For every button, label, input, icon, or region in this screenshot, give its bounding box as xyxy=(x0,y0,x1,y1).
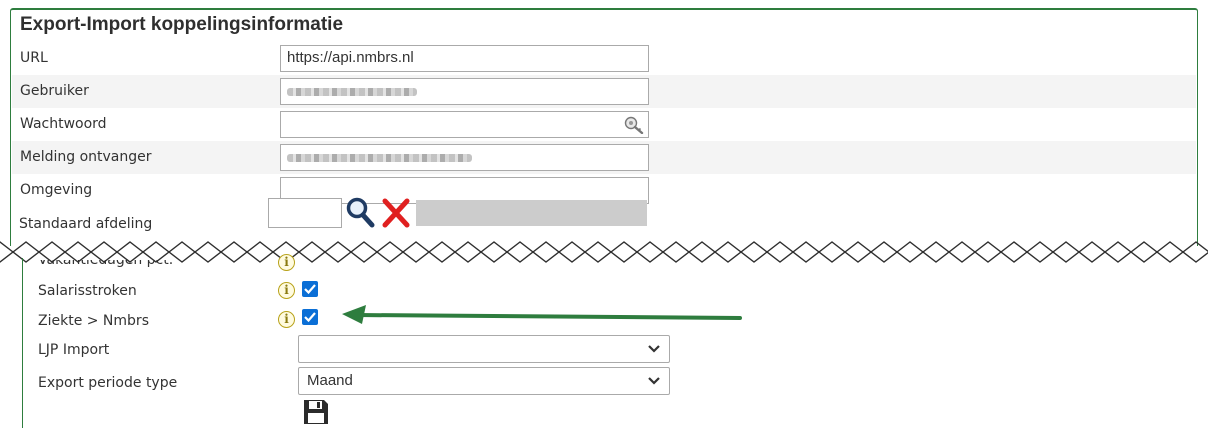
section-title: Export-Import koppelingsinformatie xyxy=(20,14,344,35)
omgeving-label: Omgeving xyxy=(20,182,93,198)
chevron-down-icon xyxy=(648,377,660,385)
red-x-icon[interactable] xyxy=(382,198,410,228)
floppy-disk-icon[interactable] xyxy=(302,398,330,426)
afdeling-code-field[interactable] xyxy=(268,198,342,228)
magnifier-icon[interactable] xyxy=(345,196,375,228)
export-periode-select[interactable]: Maand xyxy=(298,367,670,395)
wachtwoord-field[interactable] xyxy=(280,111,649,138)
row-wachtwoord: Wachtwoord xyxy=(12,108,1196,141)
row-url: URL https://api.nmbrs.nl xyxy=(12,42,1196,75)
key-icon[interactable] xyxy=(624,116,644,134)
blurred-value xyxy=(287,154,472,162)
periode-label: Export periode type xyxy=(38,375,178,391)
melding-label: Melding ontvanger xyxy=(20,149,152,165)
salarisstroken-checkbox[interactable] xyxy=(302,281,318,297)
wachtwoord-label: Wachtwoord xyxy=(20,116,107,132)
ziekte-label: Ziekte > Nmbrs xyxy=(38,313,149,329)
row-gebruiker: Gebruiker xyxy=(12,75,1196,108)
url-field[interactable]: https://api.nmbrs.nl xyxy=(280,45,649,72)
info-icon[interactable]: i xyxy=(278,311,295,328)
url-label: URL xyxy=(20,50,48,66)
highlight-arrow xyxy=(342,305,742,324)
ljp-import-select[interactable] xyxy=(298,335,670,363)
periode-selected-value: Maand xyxy=(307,372,353,389)
ljp-label: LJP Import xyxy=(38,342,110,358)
afdeling-name-display xyxy=(416,200,647,226)
gebruiker-label: Gebruiker xyxy=(20,83,89,99)
gebruiker-field[interactable] xyxy=(280,78,649,105)
ziekte-checkbox[interactable] xyxy=(302,309,318,325)
blurred-value xyxy=(287,88,417,96)
salarisstroken-label: Salarisstroken xyxy=(38,283,137,299)
chevron-down-icon xyxy=(648,345,660,353)
melding-field[interactable] xyxy=(280,144,649,171)
row-melding: Melding ontvanger xyxy=(12,141,1196,174)
info-icon[interactable]: i xyxy=(278,282,295,299)
info-icon[interactable]: i xyxy=(278,254,295,271)
